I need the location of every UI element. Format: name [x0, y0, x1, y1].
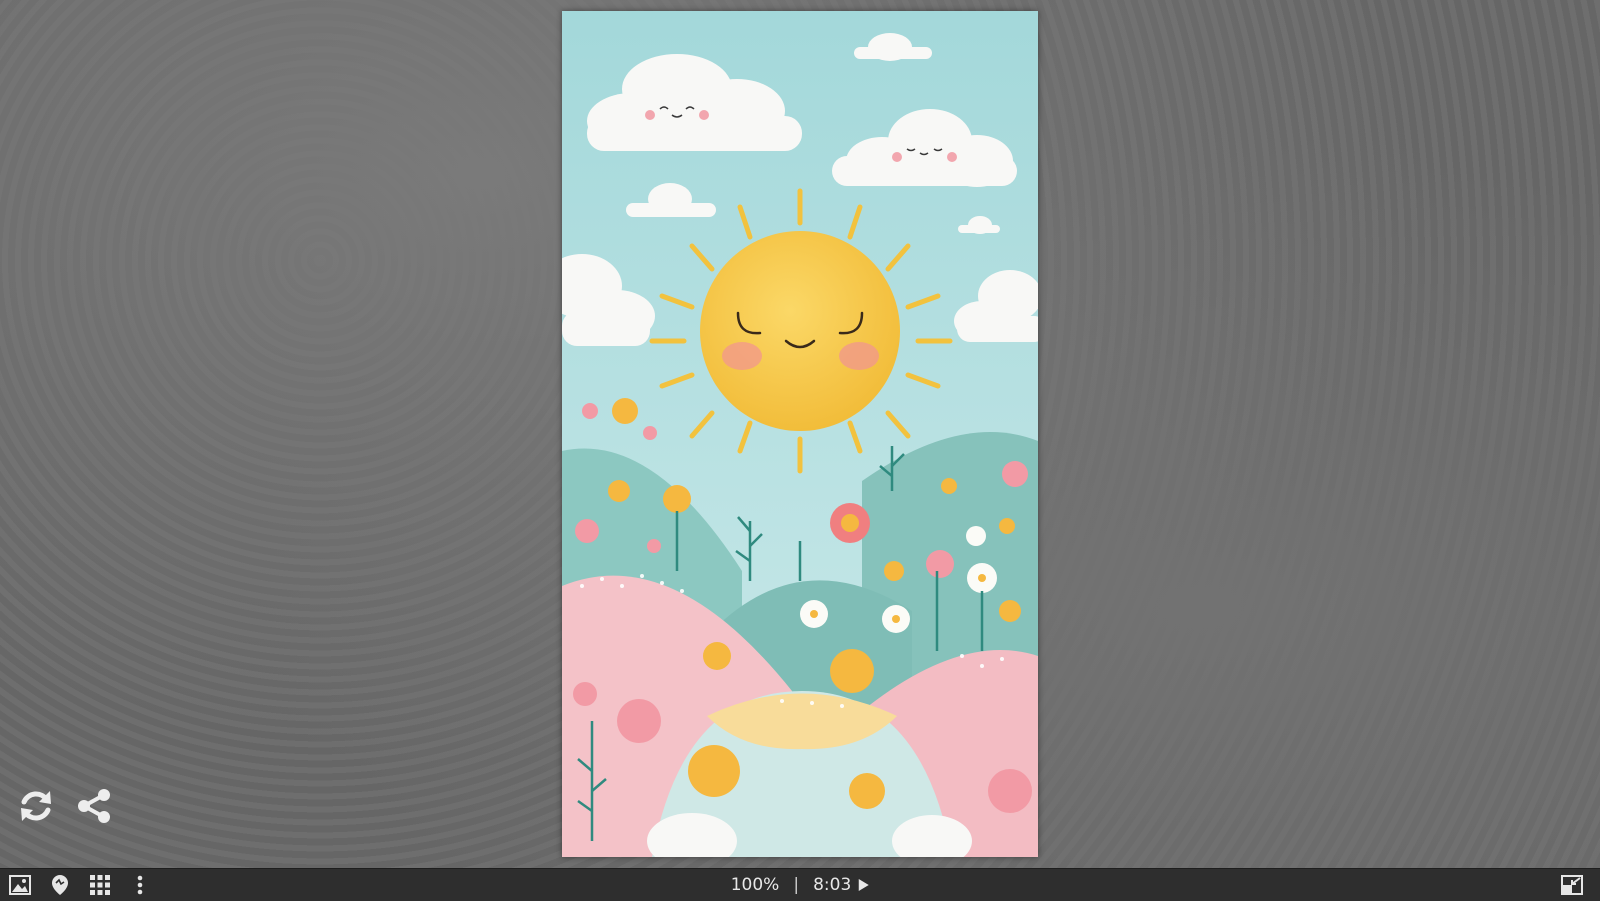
refresh-icon: [21, 791, 51, 821]
image-button[interactable]: [0, 869, 40, 901]
sun: [700, 231, 900, 431]
slideshow-control[interactable]: 8:03: [813, 875, 869, 895]
displayed-photo[interactable]: [562, 11, 1038, 857]
play-icon: [858, 879, 869, 891]
viewer-toolbar: 100% | 8:03: [0, 868, 1600, 901]
fullscreen-exit-icon: [1561, 875, 1583, 895]
slideshow-time: 8:03: [813, 875, 852, 895]
share-icon: [78, 789, 110, 823]
grid-view-button[interactable]: [80, 869, 120, 901]
viewer-background: [0, 0, 1600, 868]
grid-icon: [90, 875, 110, 895]
location-button[interactable]: [40, 869, 80, 901]
location-pin-icon: [52, 875, 68, 895]
zoom-level[interactable]: 100%: [731, 875, 780, 895]
photo-illustration: [562, 11, 1038, 857]
more-options-button[interactable]: [120, 869, 160, 901]
share-button[interactable]: [72, 784, 116, 828]
more-vertical-icon: [137, 875, 143, 895]
status-separator: |: [793, 875, 800, 895]
status-center: 100% | 8:03: [731, 875, 870, 895]
rotate-refresh-button[interactable]: [14, 784, 58, 828]
fullscreen-toggle-button[interactable]: [1552, 869, 1592, 901]
image-icon: [9, 875, 31, 895]
